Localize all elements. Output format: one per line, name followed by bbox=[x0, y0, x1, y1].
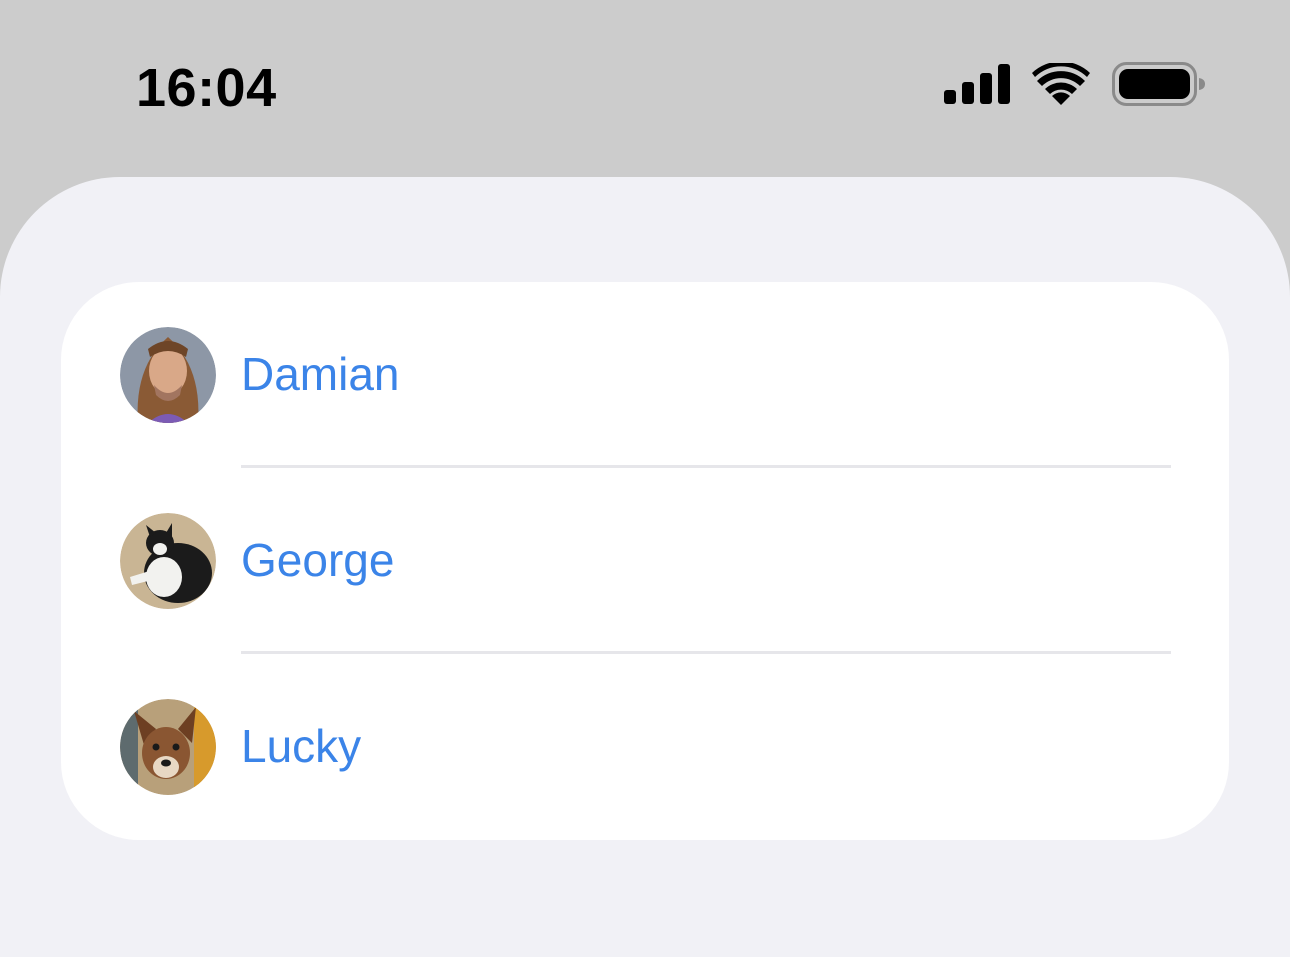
contact-name-george: George bbox=[241, 534, 395, 586]
wifi-icon bbox=[1032, 60, 1090, 110]
contact-row-damian[interactable]: Damian bbox=[61, 282, 1229, 468]
contacts-list: Damian George Lucky bbox=[61, 282, 1229, 840]
contact-avatar-lucky bbox=[120, 699, 216, 795]
contact-row-george[interactable]: George bbox=[61, 468, 1229, 654]
contact-row-lucky[interactable]: Lucky bbox=[61, 654, 1229, 840]
screen: 16:04 Damian George Lucky bbox=[0, 0, 1290, 957]
contact-name-lucky: Lucky bbox=[241, 720, 362, 772]
cellular-signal-icon bbox=[944, 63, 1010, 109]
contact-name-damian: Damian bbox=[241, 348, 400, 400]
status-bar: 16:04 bbox=[0, 0, 1290, 176]
contact-avatar-george bbox=[120, 513, 216, 609]
battery-icon bbox=[1112, 61, 1206, 111]
status-time: 16:04 bbox=[136, 58, 277, 118]
contact-avatar-damian bbox=[120, 327, 216, 423]
status-icons bbox=[944, 60, 1206, 111]
